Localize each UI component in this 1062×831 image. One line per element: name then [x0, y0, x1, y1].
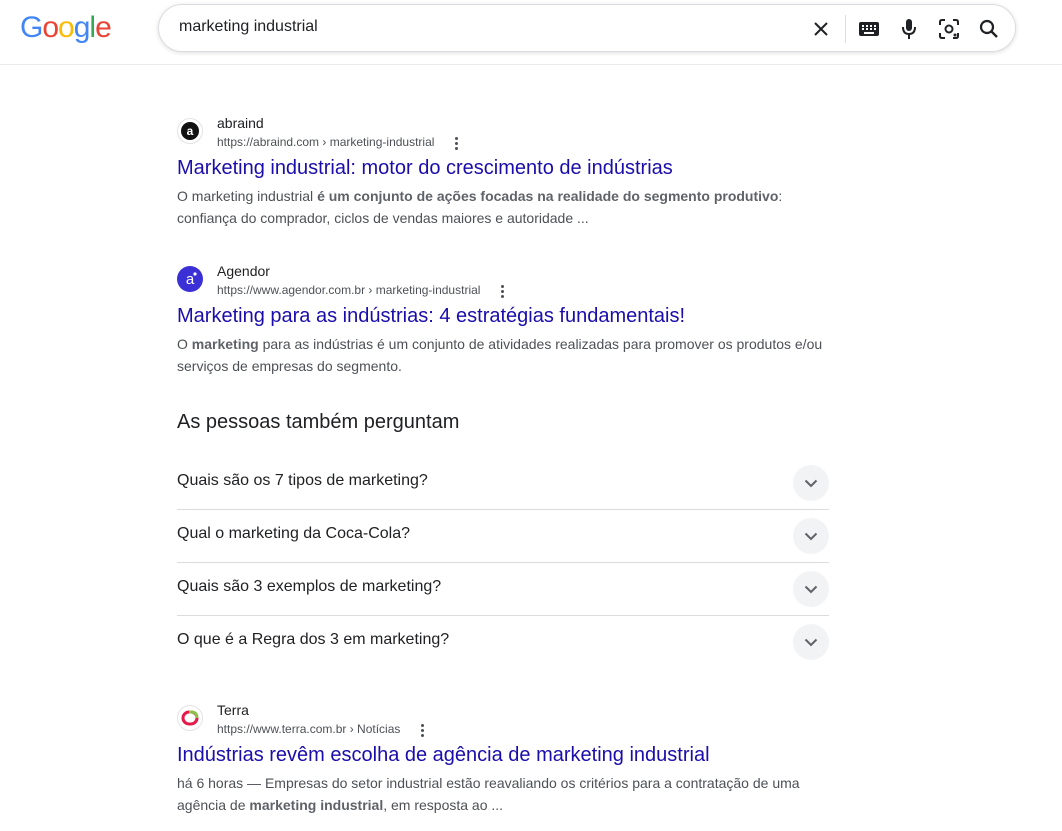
- chevron-down-icon[interactable]: [793, 624, 829, 660]
- chevron-down-icon[interactable]: [793, 465, 829, 501]
- search-icon[interactable]: [977, 17, 1001, 41]
- result-title-link[interactable]: Indústrias revêm escolha de agência de m…: [177, 744, 710, 767]
- logo-letter: e: [95, 11, 112, 44]
- terra-favicon: [177, 705, 203, 731]
- paa-heading: As pessoas também perguntam: [177, 411, 460, 433]
- paa-question[interactable]: Quais são 3 exemplos de marketing?: [177, 563, 829, 616]
- snippet-text: confiança do comprador, ciclos de vendas…: [177, 210, 589, 226]
- logo-letter: o: [58, 11, 75, 44]
- snippet-highlight: marketing industrial: [249, 797, 384, 813]
- snippet-text: agência de: [177, 797, 250, 813]
- logo-letter: G: [20, 11, 43, 44]
- keyboard-icon[interactable]: [857, 17, 881, 41]
- search-box: [158, 4, 1016, 52]
- paa-question[interactable]: O que é a Regra dos 3 em marketing?: [177, 616, 829, 668]
- agendor-favicon: a: [177, 266, 203, 292]
- search-result: Terra https://www.terra.com.br › Notícia…: [177, 702, 837, 822]
- search-result: a Agendor https://www.agendor.com.br › m…: [177, 263, 837, 383]
- google-logo[interactable]: Google: [20, 11, 112, 45]
- result-title-link[interactable]: Marketing para as indústrias: 4 estratég…: [177, 305, 685, 328]
- logo-letter: o: [42, 11, 59, 44]
- snippet-highlight: é um conjunto de ações focadas na realid…: [317, 188, 779, 204]
- snippet-text: para as indústrias é um conjunto de ativ…: [258, 336, 823, 352]
- logo-letter: g: [73, 11, 91, 44]
- people-also-ask: As pessoas também perguntam Quais são os…: [177, 409, 829, 668]
- more-options-icon[interactable]: [449, 135, 463, 151]
- lens-icon[interactable]: [937, 17, 961, 41]
- paa-question-text: O que é a Regra dos 3 em marketing?: [177, 631, 450, 648]
- search-input[interactable]: [179, 18, 779, 36]
- paa-question-text: Quais são 3 exemplos de marketing?: [177, 578, 442, 595]
- site-url[interactable]: https://www.terra.com.br › Notícias: [217, 722, 400, 736]
- paa-question[interactable]: Quais são os 7 tipos de marketing?: [177, 457, 829, 510]
- abraind-favicon: a: [177, 118, 203, 144]
- snippet-text: O: [177, 336, 192, 352]
- paa-question-text: Quais são os 7 tipos de marketing?: [177, 472, 428, 489]
- chevron-down-icon[interactable]: [793, 518, 829, 554]
- more-options-icon[interactable]: [495, 283, 509, 299]
- snippet-text: serviços de empresas do segmento.: [177, 358, 402, 374]
- snippet-text: O marketing industrial: [177, 188, 318, 204]
- divider: [845, 15, 846, 43]
- snippet-highlight: marketing: [191, 336, 259, 352]
- snippet-text: há 6 horas — Empresas do setor industria…: [177, 775, 800, 791]
- site-name[interactable]: Terra: [217, 702, 249, 718]
- site-url[interactable]: https://abraind.com › marketing-industri…: [217, 135, 434, 149]
- microphone-icon[interactable]: [897, 17, 921, 41]
- snippet-text: , em resposta ao ...: [383, 797, 504, 813]
- more-options-icon[interactable]: [415, 722, 429, 738]
- chevron-down-icon[interactable]: [793, 571, 829, 607]
- result-title-link[interactable]: Marketing industrial: motor do crescimen…: [177, 157, 673, 180]
- site-name[interactable]: Agendor: [217, 263, 270, 279]
- close-icon[interactable]: [809, 17, 833, 41]
- svg-text:a: a: [187, 124, 194, 138]
- header: Google: [0, 0, 1062, 65]
- result-snippet: O marketing para as indústrias é um conj…: [177, 333, 827, 377]
- paa-question[interactable]: Qual o marketing da Coca-Cola?: [177, 510, 829, 563]
- result-snippet: O marketing industrial é um conjunto de …: [177, 185, 827, 229]
- search-result: a abraind https://abraind.com › marketin…: [177, 115, 837, 235]
- site-name[interactable]: abraind: [217, 115, 264, 131]
- snippet-text: :: [778, 188, 783, 204]
- result-snippet: há 6 horas — Empresas do setor industria…: [177, 772, 827, 816]
- site-url[interactable]: https://www.agendor.com.br › marketing-i…: [217, 283, 480, 297]
- paa-question-text: Qual o marketing da Coca-Cola?: [177, 525, 411, 542]
